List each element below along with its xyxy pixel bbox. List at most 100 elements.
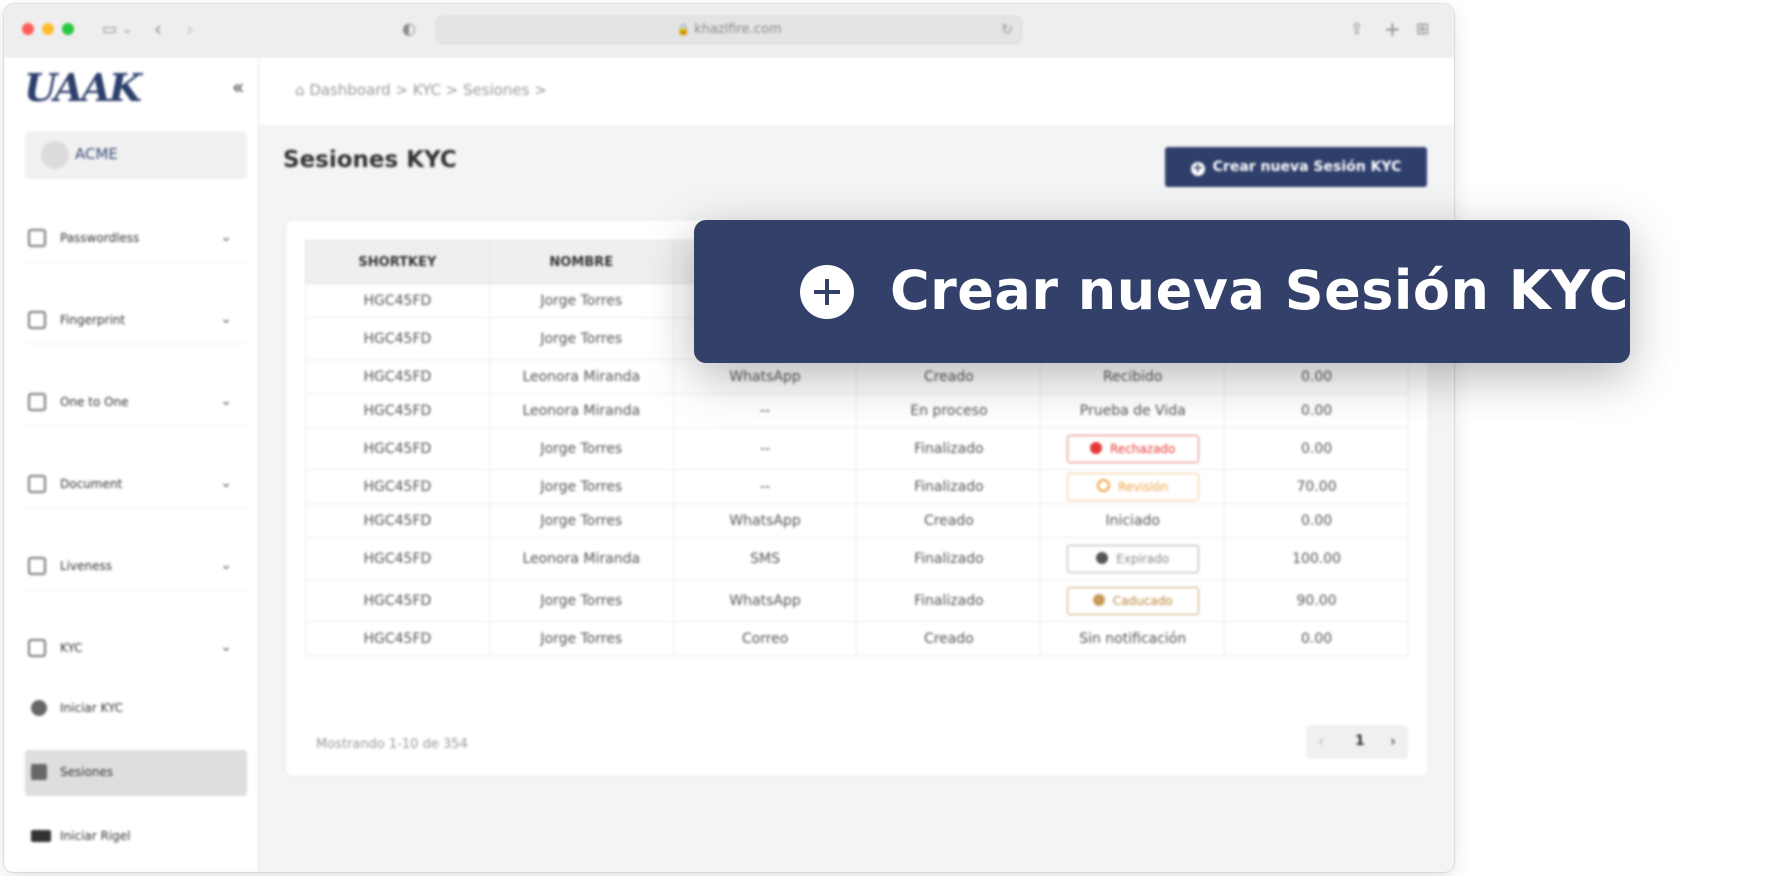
table-cell: Jorge Torres xyxy=(488,317,674,360)
breadcrumb-bar: ⌂ Dashboard > KYC > Sesiones > xyxy=(259,57,1454,125)
sidebar-subitem-label: Sesiones xyxy=(60,765,114,779)
column-header: NOMBRE xyxy=(488,240,674,284)
table-cell: HGC45FD xyxy=(305,537,490,580)
table-cell: HGC45FD xyxy=(305,283,490,318)
main-content: ⌂ Dashboard > KYC > Sesiones > Sesiones … xyxy=(259,57,1454,872)
status-label: Rechazado xyxy=(1110,441,1176,456)
sidebar-item-fingerprint[interactable]: Fingerprint ⌄ xyxy=(24,303,248,344)
sidebar-item-kyc[interactable]: KYC ⌄ xyxy=(24,631,248,671)
table-row[interactable]: HGC45FD Jorge Torres WhatsApp Finalizado Cad… xyxy=(305,579,1409,622)
sidebar-subitem-label: Iniciar KYC xyxy=(60,701,124,715)
forward-icon[interactable]: › xyxy=(186,19,194,39)
table-cell: 70.00 xyxy=(1224,469,1409,504)
status-badge: Rechazado xyxy=(1066,434,1199,463)
table-cell: Creado xyxy=(856,621,1042,656)
sidebar-item-label: Fingerprint xyxy=(60,313,126,327)
plus-circle-icon: + xyxy=(1190,161,1205,176)
table-row[interactable]: HGC45FD Jorge Torres -- Finalizado Rechazado… xyxy=(305,427,1409,470)
table-cell: Jorge Torres xyxy=(488,579,674,622)
document-icon xyxy=(28,475,46,493)
new-tab-icon[interactable]: + xyxy=(1384,19,1401,39)
sidebar-item-liveness[interactable]: Liveness ⌄ xyxy=(24,549,248,590)
table-cell: WhatsApp xyxy=(672,359,858,394)
table-cell: HGC45FD xyxy=(305,427,490,470)
sidebar-item-label: Passwordless xyxy=(60,231,140,245)
table-cell: Finalizado xyxy=(856,537,1042,580)
maximize-window-button[interactable] xyxy=(62,23,74,35)
current-page[interactable]: 1 xyxy=(1355,733,1365,749)
reload-icon[interactable]: ↻ xyxy=(1001,17,1013,43)
lock-icon: 🔒 xyxy=(676,23,691,36)
chevron-down-icon: ⌄ xyxy=(220,639,232,655)
sidebar-item-one-to-one[interactable]: One to One ⌄ xyxy=(24,385,248,426)
avatar xyxy=(41,141,69,169)
status-badge: Revisión xyxy=(1066,472,1199,501)
create-kyc-session-button[interactable]: + Crear nueva Sesión KYC xyxy=(1165,147,1427,187)
breadcrumb: ⌂ Dashboard > KYC > Sesiones > xyxy=(295,81,547,99)
pagination: ‹ 1 › xyxy=(1306,725,1408,759)
table-cell: 0.00 xyxy=(1224,359,1409,394)
previous-page-icon[interactable]: ‹ xyxy=(1318,732,1324,750)
browser-window: ▭ ⌄ ‹ › ◐ 🔒 khazlfire.com ↻ ⇪ + ⊞ UAAK « … xyxy=(4,4,1454,872)
table-cell: Rechazado xyxy=(1040,427,1226,470)
sidebar-toggle-icon[interactable]: ▭ xyxy=(102,20,117,38)
table-row[interactable]: HGC45FD Jorge Torres -- Finalizado Revisión 7… xyxy=(305,469,1409,504)
status-icon xyxy=(1090,441,1103,454)
status-badge: Caducado xyxy=(1066,586,1199,615)
table-cell: Finalizado xyxy=(856,427,1042,470)
share-icon[interactable]: ⇪ xyxy=(1350,20,1363,38)
close-window-button[interactable] xyxy=(22,23,34,35)
org-selector[interactable]: ACME xyxy=(25,131,247,179)
sessions-icon xyxy=(31,764,47,780)
table-cell: 0.00 xyxy=(1224,393,1409,428)
tab-overview-icon[interactable]: ⊞ xyxy=(1416,20,1429,38)
liveness-icon xyxy=(28,557,46,575)
table-cell: Recibido xyxy=(1040,359,1226,394)
table-cell: Finalizado xyxy=(856,469,1042,504)
passwordless-icon xyxy=(28,229,46,247)
url-text: khazlfire.com xyxy=(694,22,782,37)
chevron-down-icon[interactable]: ⌄ xyxy=(122,20,132,38)
minimize-window-button[interactable] xyxy=(42,23,54,35)
table-row[interactable]: HGC45FD Jorge Torres Correo Creado Sin notif… xyxy=(305,621,1409,656)
sidebar-item-passwordless[interactable]: Passwordless ⌄ xyxy=(24,221,248,262)
kyc-icon xyxy=(28,639,46,657)
create-kyc-session-callout[interactable]: Crear nueva Sesión KYC xyxy=(694,220,1630,363)
table-cell: Jorge Torres xyxy=(488,503,674,538)
start-kyc-icon xyxy=(31,700,47,716)
table-row[interactable]: HGC45FD Leonora Miranda WhatsApp Creado Reci… xyxy=(305,359,1409,394)
table-cell: Expirado xyxy=(1040,537,1226,580)
table-row[interactable]: HGC45FD Leonora Miranda -- En proceso Prueba… xyxy=(305,393,1409,428)
privacy-icon[interactable]: ◐ xyxy=(402,20,416,38)
table-cell: -- xyxy=(672,427,858,470)
sidebar-subitem-sesiones[interactable]: Sesiones xyxy=(25,750,247,796)
sidebar: UAAK « ACME Passwordless ⌄ Fingerprint ⌄… xyxy=(4,57,259,872)
status-label: Expirado xyxy=(1116,551,1170,566)
table-cell: Jorge Torres xyxy=(488,621,674,656)
table-cell: En proceso xyxy=(856,393,1042,428)
status-label: Caducado xyxy=(1112,593,1173,608)
sidebar-item-document[interactable]: Document ⌄ xyxy=(24,467,248,508)
collapse-sidebar-icon[interactable]: « xyxy=(232,75,244,99)
table-cell: Sin notificación xyxy=(1040,621,1226,656)
table-cell: HGC45FD xyxy=(305,359,490,394)
chevron-down-icon: ⌄ xyxy=(220,229,232,245)
callout-label: Crear nueva Sesión KYC xyxy=(890,259,1629,322)
table-cell: 0.00 xyxy=(1224,621,1409,656)
table-cell: Prueba de Vida xyxy=(1040,393,1226,428)
table-cell: HGC45FD xyxy=(305,469,490,504)
address-bar[interactable]: 🔒 khazlfire.com ↻ xyxy=(436,16,1022,44)
breadcrumb-text[interactable]: Dashboard > KYC > Sesiones > xyxy=(309,81,547,99)
chevron-down-icon: ⌄ xyxy=(220,557,232,573)
table-row[interactable]: HGC45FD Jorge Torres WhatsApp Creado Iniciad… xyxy=(305,503,1409,538)
home-icon[interactable]: ⌂ xyxy=(295,81,305,99)
next-page-icon[interactable]: › xyxy=(1390,732,1396,750)
back-icon[interactable]: ‹ xyxy=(154,19,162,39)
table-cell: SMS xyxy=(672,537,858,580)
chevron-down-icon: ⌄ xyxy=(220,311,232,327)
sidebar-subitem-iniciar-kyc[interactable]: Iniciar KYC xyxy=(25,686,247,732)
table-row[interactable]: HGC45FD Leonora Miranda SMS Finalizado Expir… xyxy=(305,537,1409,580)
sidebar-subitem-iniciar-rigel[interactable]: Iniciar Rigel xyxy=(25,814,247,860)
page-title: Sesiones KYC xyxy=(283,147,457,173)
chevron-down-icon: ⌄ xyxy=(220,393,232,409)
